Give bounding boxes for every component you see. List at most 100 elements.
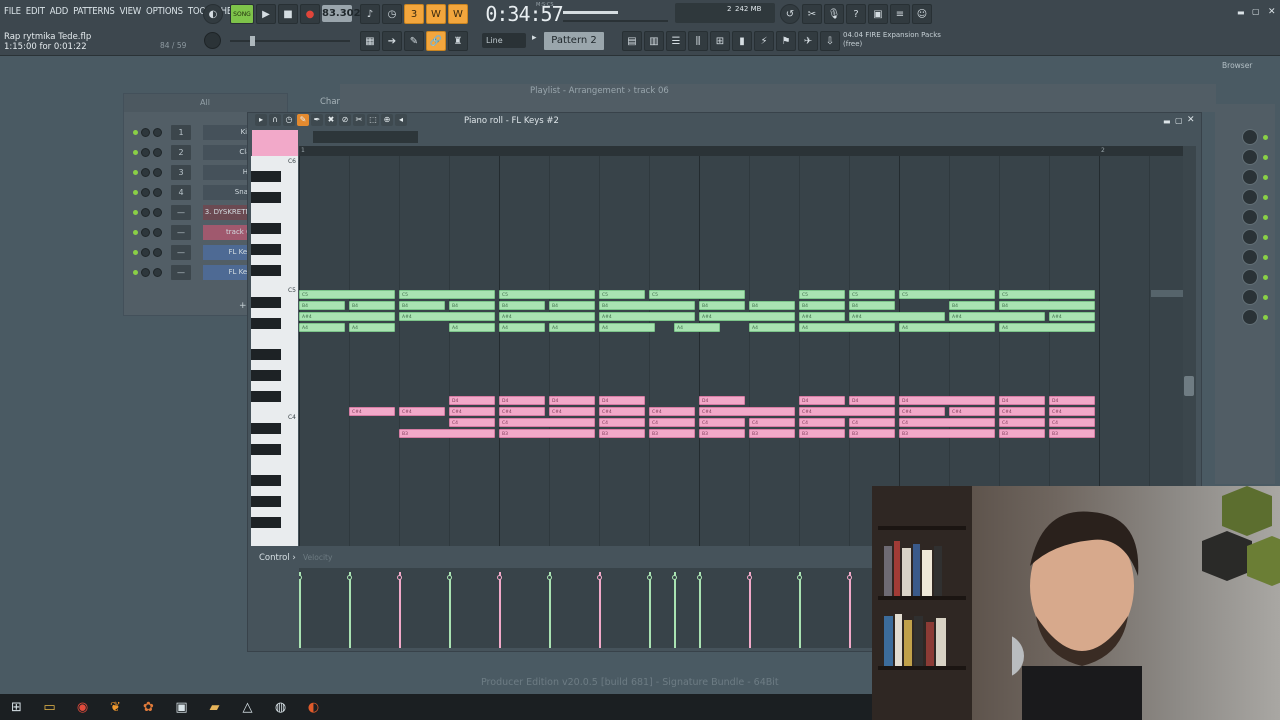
mixer-icon[interactable]: ⫼ <box>688 31 708 51</box>
note-block[interactable]: B4 <box>699 301 745 310</box>
note-block[interactable]: C4 <box>699 418 745 427</box>
channel-volume-knob[interactable] <box>153 268 162 277</box>
note-block[interactable]: C4 <box>599 418 645 427</box>
arrow-icon[interactable]: ➔ <box>382 31 402 51</box>
note-block[interactable]: C#4 <box>499 407 545 416</box>
note-block[interactable]: C5 <box>799 290 845 299</box>
mixer-send-knob[interactable] <box>1242 189 1258 205</box>
channel-pan-knob[interactable] <box>141 128 150 137</box>
note-block[interactable]: C5 <box>399 290 495 299</box>
stop-button[interactable]: ■ <box>278 4 298 24</box>
note-block[interactable]: A4 <box>674 323 720 332</box>
menu-file[interactable]: FILE <box>4 6 21 20</box>
pr-menu-icon[interactable]: ▸ <box>255 114 267 126</box>
velocity-stem[interactable] <box>747 572 752 648</box>
pattern-selector[interactable]: Pattern 2 <box>544 32 604 50</box>
link-icon[interactable]: 🔗 <box>426 31 446 51</box>
download-icon[interactable]: ⇩ <box>820 31 840 51</box>
note-block[interactable]: A#4 <box>299 312 395 321</box>
browser-label[interactable]: Browser <box>1222 61 1252 70</box>
note-block[interactable]: B3 <box>899 429 995 438</box>
help-icon[interactable]: ? <box>846 4 866 24</box>
velocity-stem[interactable] <box>447 572 452 648</box>
control-selector[interactable]: Control › <box>259 553 296 563</box>
channel-mixer-track[interactable]: — <box>171 265 191 280</box>
velocity-handle[interactable] <box>447 575 452 580</box>
velocity-handle[interactable] <box>547 575 552 580</box>
channel-pan-knob[interactable] <box>141 148 150 157</box>
mixer-send-knob[interactable] <box>1242 229 1258 245</box>
note-block[interactable]: B4 <box>299 301 345 310</box>
plugin-picker-icon[interactable]: ⚡ <box>754 31 774 51</box>
chrome-icon[interactable]: ◉ <box>66 694 99 720</box>
note-block[interactable]: B4 <box>399 301 445 310</box>
channel-mixer-track[interactable]: — <box>171 245 191 260</box>
note-block[interactable]: A4 <box>449 323 495 332</box>
channel-mixer-track[interactable]: 2 <box>171 145 191 160</box>
pr-draw-icon[interactable]: ✎ <box>297 114 309 126</box>
menu-edit[interactable]: EDIT <box>26 6 45 20</box>
note-block[interactable]: B4 <box>799 301 845 310</box>
plugin-database-icon[interactable]: ▮ <box>732 31 752 51</box>
black-key[interactable] <box>251 391 281 402</box>
channel-pan-knob[interactable] <box>141 248 150 257</box>
black-key[interactable] <box>251 244 281 255</box>
mixer-send-knob[interactable] <box>1242 209 1258 225</box>
channel-mute-led[interactable] <box>133 150 138 155</box>
black-key[interactable] <box>251 223 281 234</box>
velocity-handle[interactable] <box>647 575 652 580</box>
note-block[interactable]: A4 <box>749 323 795 332</box>
black-key[interactable] <box>251 170 281 182</box>
performance-icon[interactable]: ⚑ <box>776 31 796 51</box>
note-block[interactable]: B3 <box>499 429 595 438</box>
note-block[interactable]: C4 <box>899 418 995 427</box>
pr-mute-icon[interactable]: ⊘ <box>339 114 351 126</box>
menu-patterns[interactable]: PATTERNS <box>73 6 115 20</box>
mixer-send-knob[interactable] <box>1242 309 1258 325</box>
step-edit-icon[interactable]: W <box>426 4 446 24</box>
song-mode-toggle[interactable]: SONG <box>230 4 254 24</box>
microphone-icon[interactable]: 🎙 <box>824 4 844 24</box>
black-key[interactable] <box>251 296 281 308</box>
channel-volume-knob[interactable] <box>153 148 162 157</box>
black-key[interactable] <box>251 517 281 528</box>
pr-speaker-icon[interactable]: ◂ <box>395 114 407 126</box>
black-key[interactable] <box>251 443 281 455</box>
black-key[interactable] <box>251 475 281 486</box>
note-block[interactable]: B3 <box>999 429 1045 438</box>
mixer-led[interactable] <box>1263 155 1268 160</box>
channel-pan-knob[interactable] <box>141 268 150 277</box>
note-block[interactable]: C5 <box>999 290 1095 299</box>
note-block[interactable]: C#4 <box>449 407 495 416</box>
piano-roll-view-icon[interactable]: ▥ <box>644 31 664 51</box>
pr-close-icon[interactable]: ✕ <box>1187 115 1195 125</box>
note-block[interactable]: C#4 <box>549 407 595 416</box>
note-block[interactable]: B3 <box>649 429 695 438</box>
channel-volume-knob[interactable] <box>153 168 162 177</box>
velocity-stem[interactable] <box>797 572 802 648</box>
note-block[interactable]: A4 <box>499 323 545 332</box>
note-block[interactable]: B4 <box>549 301 595 310</box>
channel-volume-knob[interactable] <box>153 208 162 217</box>
note-block[interactable]: B3 <box>599 429 645 438</box>
note-block[interactable]: C#4 <box>599 407 645 416</box>
note-block[interactable]: C5 <box>299 290 395 299</box>
mixer-led[interactable] <box>1263 215 1268 220</box>
note-block[interactable]: B4 <box>449 301 495 310</box>
main-pitch-thumb[interactable] <box>250 36 255 46</box>
note-block[interactable]: A4 <box>549 323 595 332</box>
note-block[interactable]: C5 <box>599 290 645 299</box>
note-block[interactable]: B4 <box>499 301 545 310</box>
channel-volume-knob[interactable] <box>153 128 162 137</box>
note-block[interactable]: B3 <box>849 429 895 438</box>
note-block[interactable]: B4 <box>849 301 895 310</box>
note-block[interactable]: A4 <box>899 323 995 332</box>
master-volume-slider[interactable] <box>563 11 618 14</box>
channel-mute-led[interactable] <box>133 170 138 175</box>
countdown-icon[interactable]: 3 <box>404 4 424 24</box>
black-key[interactable] <box>251 317 281 329</box>
velocity-stem[interactable] <box>299 572 302 648</box>
note-block[interactable]: C5 <box>499 290 595 299</box>
velocity-stem[interactable] <box>547 572 552 648</box>
note-block[interactable]: B4 <box>599 301 695 310</box>
